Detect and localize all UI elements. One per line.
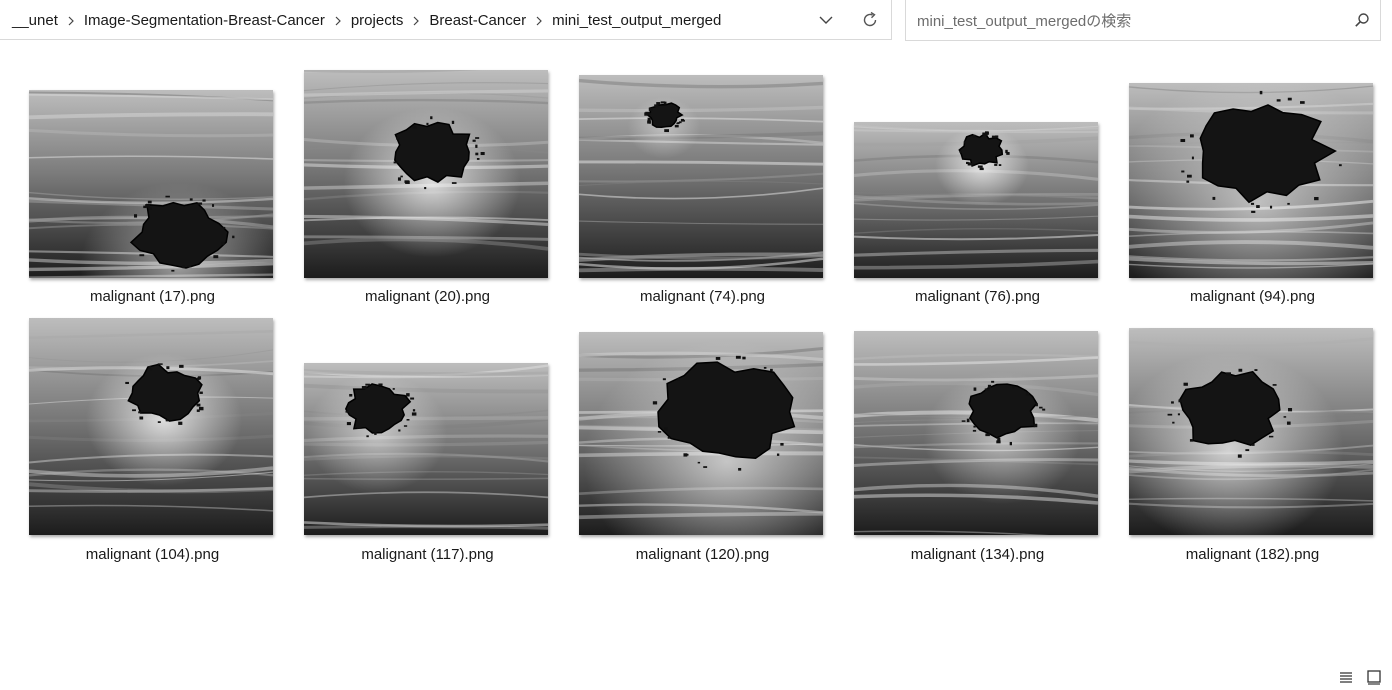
image-thumbnail[interactable] — [1129, 83, 1373, 278]
image-thumbnail[interactable] — [854, 331, 1098, 535]
image-thumbnail[interactable] — [1129, 328, 1373, 535]
large-icons-view-icon[interactable] — [1366, 669, 1382, 685]
search-icon[interactable] — [1354, 12, 1370, 28]
file-name-label: malignant (94).png — [1100, 288, 1392, 305]
breadcrumb-item-current-folder[interactable]: mini_test_output_merged — [550, 12, 723, 29]
file-name-label: malignant (182).png — [1100, 546, 1392, 563]
address-bar[interactable]: __unet Image-Segmentation-Breast-Cancer … — [0, 0, 892, 40]
chevron-right-icon[interactable] — [60, 13, 82, 28]
image-thumbnail[interactable] — [854, 122, 1098, 278]
breadcrumb-item-projects[interactable]: projects — [349, 12, 406, 29]
image-thumbnail[interactable] — [304, 363, 548, 535]
file-item[interactable]: malignant (104).png — [0, 318, 275, 568]
file-item[interactable]: malignant (117).png — [275, 318, 550, 568]
file-item[interactable]: malignant (134).png — [825, 318, 1100, 568]
search-box[interactable] — [905, 0, 1381, 41]
breadcrumb: __unet Image-Segmentation-Breast-Cancer … — [10, 0, 723, 40]
view-switcher — [1332, 666, 1392, 688]
image-thumbnail[interactable] — [579, 75, 823, 278]
breadcrumb-item-breast-cancer[interactable]: Breast-Cancer — [427, 12, 528, 29]
breadcrumb-item-unet[interactable]: __unet — [10, 12, 60, 29]
chevron-right-icon[interactable] — [327, 13, 349, 28]
image-thumbnail[interactable] — [29, 318, 273, 535]
file-item[interactable]: malignant (94).png — [1100, 60, 1375, 310]
details-view-icon[interactable] — [1338, 669, 1354, 685]
search-input[interactable] — [915, 9, 1339, 33]
file-item[interactable]: malignant (76).png — [825, 60, 1100, 310]
refresh-icon[interactable] — [856, 6, 884, 34]
file-name-label: malignant (120).png — [550, 546, 855, 563]
file-name-label: malignant (74).png — [550, 288, 855, 305]
chevron-down-icon[interactable] — [812, 6, 840, 34]
file-item[interactable]: malignant (120).png — [550, 318, 825, 568]
file-name-label: malignant (20).png — [275, 288, 580, 305]
file-name-label: malignant (104).png — [0, 546, 305, 563]
file-name-label: malignant (17).png — [0, 288, 305, 305]
file-item[interactable]: malignant (17).png — [0, 60, 275, 310]
chevron-right-icon[interactable] — [528, 13, 550, 28]
image-thumbnail[interactable] — [304, 70, 548, 278]
file-name-label: malignant (134).png — [825, 546, 1130, 563]
file-item[interactable]: malignant (74).png — [550, 60, 825, 310]
explorer-toolbar: __unet Image-Segmentation-Breast-Cancer … — [0, 0, 1392, 42]
image-thumbnail[interactable] — [29, 90, 273, 278]
file-name-label: malignant (117).png — [275, 546, 580, 563]
chevron-right-icon[interactable] — [405, 13, 427, 28]
file-name-label: malignant (76).png — [825, 288, 1130, 305]
breadcrumb-item-image-segmentation[interactable]: Image-Segmentation-Breast-Cancer — [82, 12, 327, 29]
image-thumbnail[interactable] — [579, 332, 823, 535]
file-item[interactable]: malignant (182).png — [1100, 318, 1375, 568]
file-item[interactable]: malignant (20).png — [275, 60, 550, 310]
